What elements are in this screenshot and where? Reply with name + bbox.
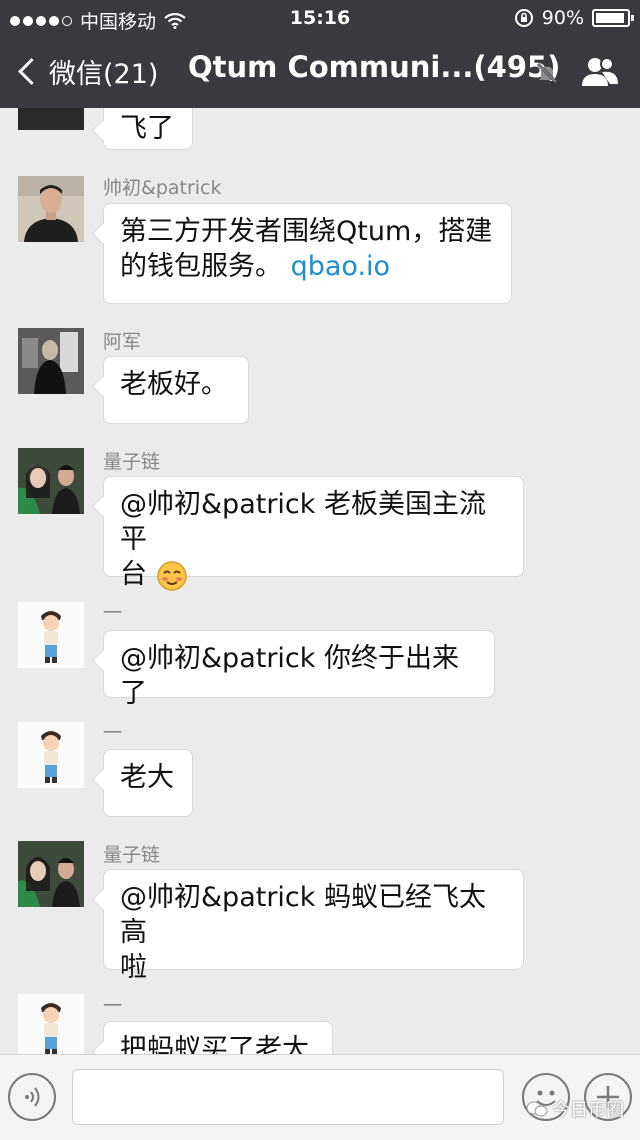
sender-name: 帅初&patrick (103, 177, 222, 199)
top-bar: 中国移动 15:16 90% 微信(21) Qtum Communi...(49… (0, 0, 640, 108)
sender-name: 一 (103, 995, 123, 1017)
mute-bell-icon (536, 62, 558, 84)
message-input[interactable] (72, 1069, 504, 1125)
message-bubble[interactable]: 飞了 (103, 108, 193, 150)
back-button[interactable]: 微信(21) (16, 52, 158, 91)
avatar[interactable] (18, 328, 84, 394)
message-bubble[interactable]: @帅初&patrick 蚂蚁已经飞太高 啦 (103, 869, 524, 983)
message-bubble[interactable]: 老板好。 (103, 356, 249, 424)
nav-bar: 微信(21) Qtum Communi...(495) (0, 36, 640, 108)
back-chevron-icon (18, 58, 45, 85)
message-link[interactable]: qbao.io (291, 251, 390, 282)
watermark-logo-icon (526, 1101, 548, 1117)
message-bubble[interactable]: @帅初&patrick 老板美国主流平 台 (103, 476, 524, 591)
message-bubble[interactable]: 把蚂蚁买了老大 (103, 1021, 333, 1054)
back-label: 微信(21) (49, 59, 159, 90)
blush-emoji-icon (156, 560, 187, 591)
message-bubble[interactable]: @帅初&patrick 你终于出来了 (103, 630, 495, 709)
watermark: 今日币圈 (526, 1096, 624, 1122)
avatar[interactable] (18, 841, 84, 907)
group-members-icon[interactable] (580, 56, 620, 88)
input-bar: 今日币圈 (0, 1054, 640, 1140)
avatar[interactable] (18, 108, 84, 130)
message-bubble[interactable]: 第三方开发者围绕Qtum，搭建 的钱包服务。 qbao.io (103, 203, 512, 304)
avatar[interactable] (18, 448, 84, 514)
battery-percent: 90% (541, 7, 584, 29)
avatar[interactable] (18, 176, 84, 242)
avatar[interactable] (18, 602, 84, 668)
chat-title: Qtum Communi...(495) (188, 50, 561, 84)
status-bar: 中国移动 15:16 90% (0, 0, 640, 36)
sender-name: 阿军 (103, 331, 142, 353)
avatar[interactable] (18, 722, 84, 788)
sender-name: 量子链 (103, 844, 161, 866)
sender-name: 一 (103, 602, 123, 624)
rotation-lock-icon (514, 9, 533, 27)
avatar[interactable] (18, 994, 84, 1054)
sender-name: 量子链 (103, 451, 161, 473)
voice-button[interactable] (8, 1073, 56, 1121)
voice-icon (25, 1087, 40, 1107)
sender-name: 一 (103, 722, 123, 744)
message-bubble[interactable]: 老大 (103, 749, 193, 817)
chat-area[interactable]: 飞了 帅初&patrick 第三方开发者围绕Qtum，搭建 的钱包服务。 qba… (0, 108, 640, 1054)
battery-icon (592, 9, 634, 27)
